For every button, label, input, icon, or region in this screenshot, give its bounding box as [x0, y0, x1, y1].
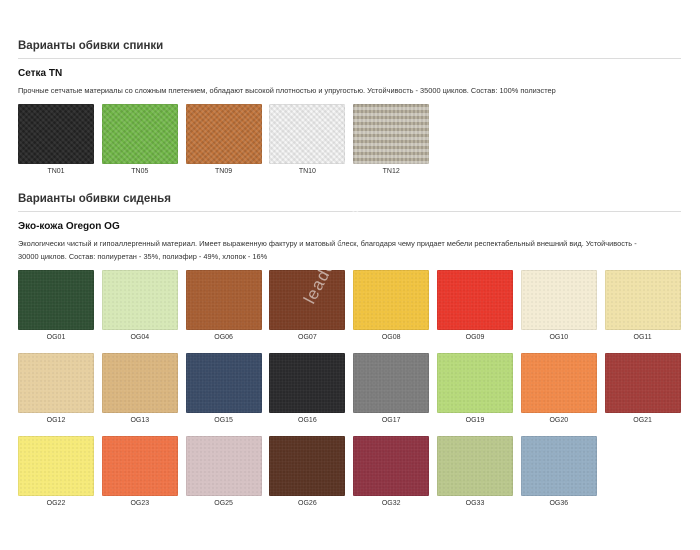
swatch-code-label: TN09: [215, 168, 233, 175]
swatch-color: [353, 436, 430, 496]
swatch-option-og13[interactable]: OG13: [101, 353, 178, 424]
swatch-color: [101, 270, 178, 330]
swatch-color: [18, 353, 94, 413]
swatch-code-label: OG09: [465, 334, 485, 341]
swatch-option-tn10[interactable]: TN10: [269, 104, 346, 175]
ecoleather-material-block: Эко-кожа Oregon OG Экологически чистый и…: [18, 221, 681, 263]
swatch-option-og06[interactable]: OG06: [185, 270, 262, 341]
swatch-code-label: OG25: [214, 500, 233, 507]
swatch-option-tn09[interactable]: TN09: [185, 104, 262, 175]
swatch-option-og21[interactable]: OG21: [604, 353, 681, 424]
swatch-color: [604, 353, 681, 413]
swatch-option-og33[interactable]: OG33: [437, 436, 513, 507]
material-title-ecoleather: Эко-кожа Oregon OG: [18, 221, 120, 232]
swatch-option-og15[interactable]: OG15: [185, 353, 262, 424]
swatch-color: [520, 353, 597, 413]
swatch-code-label: OG33: [465, 500, 485, 507]
swatch-code-label: OG36: [549, 500, 569, 507]
swatch-code-label: OG16: [298, 417, 317, 424]
swatch-option-og32[interactable]: OG32: [353, 436, 430, 507]
swatch-option-og07[interactable]: OG07: [269, 270, 346, 341]
swatch-color: [604, 270, 681, 330]
swatch-code-label: OG01: [46, 334, 66, 341]
swatch-option-og01[interactable]: OG01: [18, 270, 94, 341]
swatch-color: [437, 436, 513, 496]
swatch-option-og25[interactable]: OG25: [185, 436, 262, 507]
section-title-back: Варианты обивки спинки: [18, 40, 681, 59]
swatch-code-label: TN12: [382, 168, 400, 175]
swatch-color: [101, 353, 178, 413]
swatch-option-og23[interactable]: OG23: [101, 436, 178, 507]
swatch-code-label: TN10: [298, 168, 316, 175]
swatch-code-label: TN01: [47, 168, 65, 175]
swatch-color: [353, 104, 430, 164]
swatch-color: [353, 270, 430, 330]
material-description-line-2: 30000 циклов. Состав: полиуретан - 35%, …: [18, 251, 268, 261]
swatch-color: [269, 436, 346, 496]
swatch-option-tn12[interactable]: TN12: [353, 104, 430, 175]
swatch-code-label: OG10: [549, 334, 569, 341]
swatch-color: [101, 104, 178, 164]
swatch-color: [269, 353, 346, 413]
swatch-code-label: OG32: [381, 500, 401, 507]
swatch-code-label: OG13: [130, 417, 150, 424]
swatch-color: [18, 104, 94, 164]
swatch-code-label: OG04: [130, 334, 150, 341]
swatch-code-label: OG23: [130, 500, 150, 507]
seat-upholstery-section: Варианты обивки сиденья: [18, 193, 681, 212]
swatch-option-og20[interactable]: OG20: [520, 353, 597, 424]
swatch-option-og22[interactable]: OG22: [18, 436, 94, 507]
swatch-option-og12[interactable]: OG12: [18, 353, 94, 424]
swatch-option-tn05[interactable]: TN05: [101, 104, 178, 175]
swatch-code-label: OG07: [298, 334, 317, 341]
swatch-code-label: OG26: [298, 500, 317, 507]
swatch-code-label: OG12: [46, 417, 66, 424]
swatch-code-label: OG20: [549, 417, 569, 424]
material-description-line-1: Экологически чистый и гипоаллергенный ма…: [18, 239, 637, 248]
swatch-color: [269, 104, 346, 164]
swatch-option-og17[interactable]: OG17: [353, 353, 430, 424]
swatch-color: [185, 270, 262, 330]
swatch-option-og08[interactable]: OG08: [353, 270, 430, 341]
swatch-option-og16[interactable]: OG16: [269, 353, 346, 424]
swatch-option-og04[interactable]: OG04: [101, 270, 178, 341]
swatch-code-label: OG17: [381, 417, 401, 424]
section-title-seat: Варианты обивки сиденья: [18, 193, 681, 212]
swatch-option-og26[interactable]: OG26: [269, 436, 346, 507]
swatch-option-og36[interactable]: OG36: [520, 436, 597, 507]
swatch-color: [185, 436, 262, 496]
material-description-mesh: Прочные сетчатые материалы со сложным пл…: [18, 86, 556, 95]
swatch-color: [437, 270, 513, 330]
swatch-color: [520, 270, 597, 330]
swatch-option-og09[interactable]: OG09: [437, 270, 513, 341]
swatch-code-label: TN05: [131, 168, 149, 175]
swatch-code-label: OG22: [46, 500, 66, 507]
swatch-code-label: OG06: [214, 334, 233, 341]
swatch-code-label: OG19: [465, 417, 485, 424]
swatch-option-tn01[interactable]: TN01: [18, 104, 94, 175]
swatch-code-label: OG08: [381, 334, 401, 341]
swatch-color: [18, 270, 94, 330]
swatch-color: [101, 436, 178, 496]
swatch-code-label: OG15: [214, 417, 233, 424]
swatch-color: [269, 270, 346, 330]
swatch-color: [18, 436, 94, 496]
swatch-option-og19[interactable]: OG19: [437, 353, 513, 424]
swatch-option-og10[interactable]: OG10: [520, 270, 597, 341]
material-title-mesh: Сетка TN: [18, 68, 63, 79]
swatch-color: [185, 104, 262, 164]
swatch-option-og11[interactable]: OG11: [604, 270, 681, 341]
swatch-color: [185, 353, 262, 413]
swatch-color: [353, 353, 430, 413]
swatch-color: [437, 353, 513, 413]
back-upholstery-section: Варианты обивки спинки: [18, 40, 681, 59]
mesh-material-block: Сетка TN Прочные сетчатые материалы со с…: [18, 68, 681, 98]
swatch-color: [520, 436, 597, 496]
swatch-code-label: OG11: [633, 334, 652, 341]
swatch-code-label: OG21: [633, 417, 652, 424]
